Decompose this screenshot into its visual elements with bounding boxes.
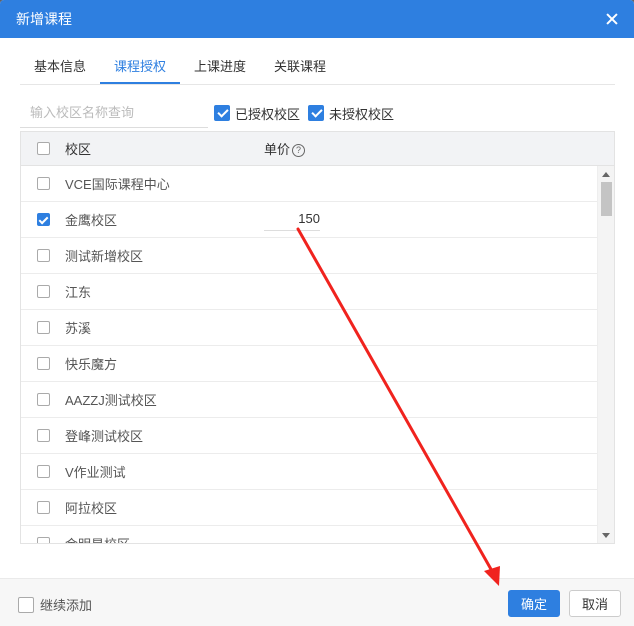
unauthorized-campus-checkbox[interactable]	[308, 105, 325, 121]
row-checkbox[interactable]	[36, 357, 50, 370]
campus-name: 金鹰校区	[65, 213, 118, 228]
cancel-button[interactable]: 取消	[569, 590, 621, 617]
row-checkbox[interactable]	[36, 177, 50, 190]
campus-table: 校区 单价? VCE国际课程中心 金鹰校区 150 测试新增校区 江东苏溪快乐魔方 AAZ…	[20, 131, 615, 544]
row-checkbox[interactable]	[36, 537, 50, 543]
table-body: VCE国际课程中心 金鹰校区 150 测试新增校区 江东苏溪快乐魔方 AAZZJ测试校区登…	[21, 166, 599, 543]
campus-name: AAZZJ测试校区	[65, 393, 157, 408]
authorized-campus-label: 已授权校区	[235, 106, 301, 122]
table-row[interactable]: 金明星校区	[21, 526, 599, 543]
campus-name: V作业测试	[65, 465, 126, 480]
row-checkbox[interactable]	[36, 213, 50, 226]
table-row[interactable]: VCE国际课程中心	[21, 166, 599, 202]
unauthorized-campus-label: 未授权校区	[329, 106, 395, 122]
price-input[interactable]: 150	[264, 208, 320, 231]
continue-adding-option[interactable]: 继续添加	[18, 595, 92, 614]
tab-related-courses[interactable]: 关联课程	[260, 38, 340, 83]
dialog-title: 新增课程	[16, 11, 72, 27]
dialog-titlebar: 新增课程	[0, 0, 634, 38]
campus-name: 测试新增校区	[65, 249, 144, 264]
close-icon[interactable]	[604, 11, 620, 27]
scroll-down-arrow-icon[interactable]	[602, 533, 610, 538]
add-course-dialog: 新增课程 基本信息 课程授权 上课进度 关联课程 已授权校区 未授权校区 校区 …	[0, 0, 634, 626]
confirm-button[interactable]: 确定	[508, 590, 560, 617]
scroll-up-arrow-icon[interactable]	[602, 172, 610, 177]
table-row[interactable]: 苏溪	[21, 310, 599, 346]
tab-bar: 基本信息 课程授权 上课进度 关联课程	[20, 38, 615, 85]
row-checkbox[interactable]	[36, 501, 50, 514]
table-row[interactable]: 测试新增校区	[21, 238, 599, 274]
table-row[interactable]: 江东	[21, 274, 599, 310]
campus-name: 金明星校区	[65, 537, 130, 543]
campus-name: 快乐魔方	[65, 357, 118, 372]
dialog-footer: 继续添加 确定 取消	[0, 578, 634, 626]
table-row[interactable]: AAZZJ测试校区	[21, 382, 599, 418]
table-row[interactable]: V作业测试	[21, 454, 599, 490]
select-all-checkbox[interactable]	[36, 142, 50, 155]
table-row[interactable]: 登峰测试校区	[21, 418, 599, 454]
row-checkbox[interactable]	[36, 285, 50, 298]
campus-name: 江东	[65, 285, 92, 300]
filter-bar: 已授权校区 未授权校区	[20, 98, 615, 128]
table-scrollbar[interactable]	[597, 166, 614, 543]
campus-name: 阿拉校区	[65, 501, 118, 516]
authorized-campus-checkbox[interactable]	[214, 105, 230, 121]
question-circle-icon[interactable]: ?	[292, 144, 306, 158]
table-header: 校区 单价?	[21, 132, 614, 166]
campus-name: 苏溪	[65, 321, 92, 336]
unauthorized-campus-filter[interactable]: 未授权校区	[308, 104, 394, 123]
row-checkbox[interactable]	[36, 465, 50, 478]
continue-adding-checkbox[interactable]	[18, 596, 34, 613]
tab-class-progress[interactable]: 上课进度	[180, 38, 260, 83]
tab-course-authorization[interactable]: 课程授权	[100, 38, 181, 84]
table-row[interactable]: 快乐魔方	[21, 346, 599, 382]
table-row[interactable]: 阿拉校区	[21, 490, 599, 526]
row-checkbox[interactable]	[36, 321, 50, 334]
campus-name: 登峰测试校区	[65, 429, 144, 444]
scrollbar-thumb[interactable]	[601, 182, 612, 216]
continue-adding-label: 继续添加	[40, 598, 93, 613]
row-checkbox[interactable]	[36, 393, 50, 406]
campus-search-input[interactable]	[20, 98, 208, 128]
row-checkbox[interactable]	[36, 429, 50, 442]
tab-basic-info[interactable]: 基本信息	[20, 38, 100, 83]
authorized-campus-filter[interactable]: 已授权校区	[214, 104, 300, 123]
header-price: 单价	[264, 142, 291, 157]
campus-name: VCE国际课程中心	[65, 177, 170, 192]
table-row[interactable]: 金鹰校区 150	[21, 202, 599, 238]
header-campus: 校区	[65, 142, 92, 157]
row-checkbox[interactable]	[36, 249, 50, 262]
